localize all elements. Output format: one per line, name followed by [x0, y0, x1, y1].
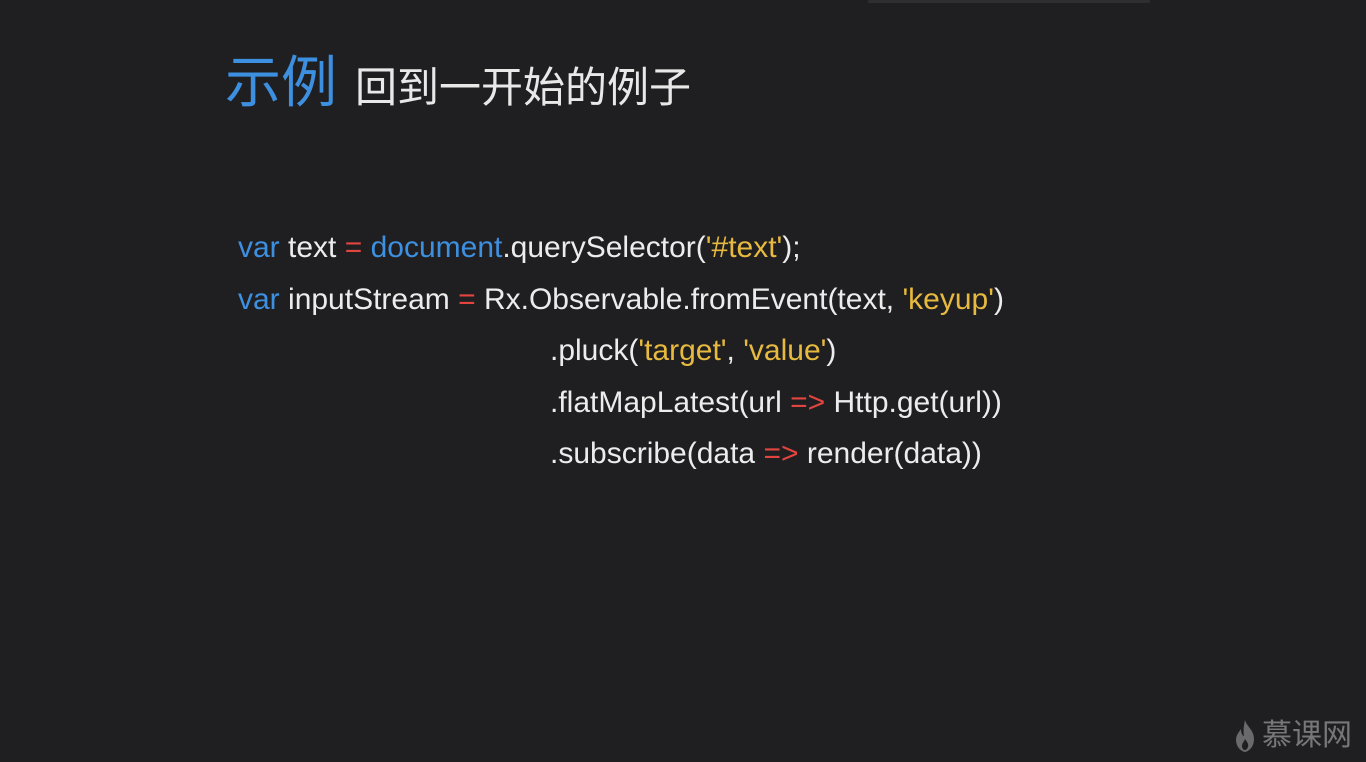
code-line-3: .pluck('target', 'value'): [238, 325, 1004, 377]
string-literal: 'value': [743, 334, 827, 367]
method-call: .flatMapLatest(url: [550, 385, 791, 419]
operator-assign: =: [458, 282, 476, 316]
string-literal: 'target': [638, 334, 727, 367]
keyword-var: var: [238, 282, 280, 316]
method-call: .querySelector(: [502, 231, 706, 264]
code-block: var text = document.querySelector('#text…: [238, 222, 1004, 480]
call-end: ): [826, 334, 837, 367]
flame-icon: [1236, 720, 1254, 752]
string-literal: '#text': [705, 231, 783, 264]
call-end: ): [993, 282, 1004, 316]
string-literal: 'keyup': [902, 282, 994, 316]
code-line-1: var text = document.querySelector('#text…: [238, 222, 1004, 274]
slide-title: 示例 回到一开始的例子: [225, 50, 691, 122]
method-call: .pluck(: [550, 334, 639, 367]
code-line-4: .flatMapLatest(url => Http.get(url)): [238, 377, 1004, 429]
slide: 示例 回到一开始的例子 var text = document.querySel…: [0, 0, 1366, 762]
operator-arrow: =>: [763, 437, 799, 470]
operator-assign: =: [344, 231, 363, 264]
title-main: 示例: [225, 51, 337, 116]
call-end: render(data)): [798, 437, 982, 470]
call-end: );: [782, 231, 801, 264]
keyword-document: document: [370, 231, 503, 264]
watermark-text: 慕课网: [1262, 718, 1352, 753]
keyword-var: var: [238, 231, 280, 264]
watermark-logo: 慕课网: [1232, 716, 1352, 756]
code-line-5: .subscribe(data => render(data)): [238, 428, 1004, 480]
comma: ,: [726, 334, 744, 367]
method-call: .subscribe(data: [550, 437, 764, 470]
operator-arrow: =>: [790, 385, 826, 419]
call-end: Http.get(url)): [825, 385, 1002, 419]
code-line-2: var inputStream = Rx.Observable.fromEven…: [238, 274, 1004, 326]
identifier: text: [279, 231, 345, 264]
method-call: Rx.Observable.fromEvent(text,: [475, 282, 903, 316]
identifier: inputStream: [279, 282, 459, 316]
top-edge-bar: [868, 0, 1150, 3]
title-subtitle: 回到一开始的例子: [355, 63, 692, 112]
